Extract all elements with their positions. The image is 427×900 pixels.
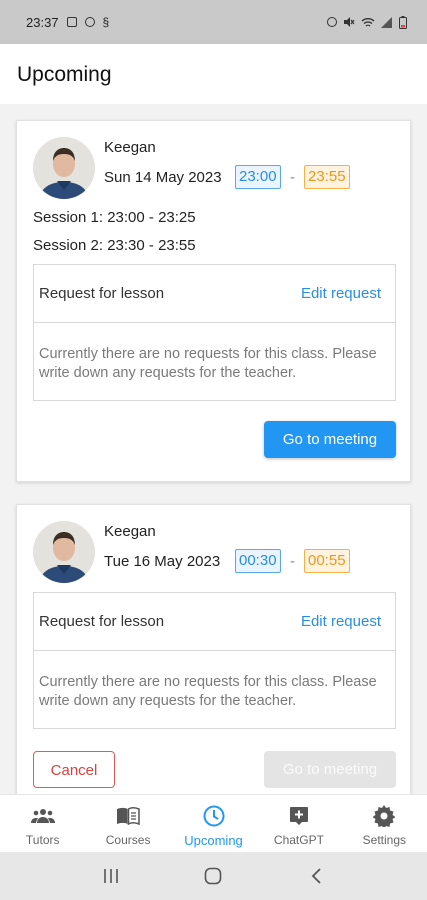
request-box: Request for lesson Edit request Currentl… (33, 264, 396, 401)
session-1: Session 1: 23:00 - 23:25 (33, 209, 196, 226)
gear-icon (372, 805, 396, 827)
book-icon (116, 805, 140, 827)
recents-icon[interactable] (96, 861, 126, 891)
system-nav-bar (0, 852, 427, 900)
request-title: Request for lesson (39, 285, 165, 302)
chat-plus-icon (287, 805, 311, 827)
session-2: Session 2: 23:30 - 23:55 (33, 237, 196, 254)
people-icon (30, 805, 55, 827)
app-header: Upcoming (0, 44, 427, 104)
lesson-card: Keegan Sun 14 May 2023 23:00 - 23:55 Ses… (16, 120, 411, 482)
battery-icon (399, 15, 407, 29)
signal-icon (381, 16, 392, 28)
avatar (33, 521, 95, 583)
request-box: Request for lesson Edit request Currentl… (33, 592, 396, 729)
start-time-chip: 23:00 (235, 165, 281, 189)
time-separator: - (290, 553, 295, 570)
clock-icon (202, 805, 226, 827)
tutor-name: Keegan (104, 139, 156, 156)
messenger-icon (84, 17, 95, 27)
lesson-date: Tue 16 May 2023 (104, 553, 221, 570)
mute-icon (344, 17, 355, 27)
tab-tutors[interactable]: Tutors (0, 795, 85, 852)
lesson-date: Sun 14 May 2023 (104, 169, 222, 186)
avatar (33, 137, 95, 199)
home-icon[interactable] (198, 861, 228, 891)
status-bar: 23:37 § (0, 0, 427, 44)
request-header: Request for lesson Edit request (34, 265, 395, 323)
tab-settings[interactable]: Settings (342, 795, 427, 852)
tab-label: Courses (105, 833, 151, 847)
time-separator: - (290, 169, 295, 186)
status-time: 23:37 (26, 14, 59, 30)
bottom-nav: Tutors Courses Upcoming ChatGPT Settings (0, 794, 427, 852)
tab-label: ChatGPT (273, 833, 324, 847)
alarm-icon (327, 17, 337, 27)
page-title: Upcoming (17, 63, 112, 86)
cancel-button[interactable]: Cancel (33, 751, 115, 788)
start-time-chip: 00:30 (235, 549, 281, 573)
request-text: Currently there are no requests for this… (39, 674, 377, 709)
image-icon (66, 17, 77, 27)
back-icon[interactable] (301, 861, 331, 891)
tab-upcoming[interactable]: Upcoming (171, 795, 256, 852)
edit-request-link[interactable]: Edit request (301, 285, 381, 302)
status-left: 23:37 § (26, 15, 109, 30)
tab-label: Settings (362, 833, 406, 847)
lesson-card: Keegan Tue 16 May 2023 00:30 - 00:55 Req… (16, 504, 411, 794)
end-time-chip: 00:55 (304, 549, 350, 573)
go-to-meeting-button[interactable]: Go to meeting (264, 421, 396, 458)
tab-label: Upcoming (184, 833, 243, 848)
tab-courses[interactable]: Courses (85, 795, 170, 852)
edit-request-link[interactable]: Edit request (301, 613, 381, 630)
request-header: Request for lesson Edit request (34, 593, 395, 651)
sync-icon: § (102, 15, 110, 29)
request-text: Currently there are no requests for this… (39, 346, 377, 381)
tab-label: Tutors (25, 833, 60, 847)
request-title: Request for lesson (39, 613, 165, 630)
go-to-meeting-button-disabled[interactable]: Go to meeting (264, 751, 396, 788)
tutor-name: Keegan (104, 523, 156, 540)
upcoming-list[interactable]: Keegan Sun 14 May 2023 23:00 - 23:55 Ses… (0, 104, 427, 794)
wifi-icon (361, 17, 375, 27)
tab-chatgpt[interactable]: ChatGPT (256, 795, 341, 852)
status-right (327, 15, 407, 29)
end-time-chip: 23:55 (304, 165, 350, 189)
